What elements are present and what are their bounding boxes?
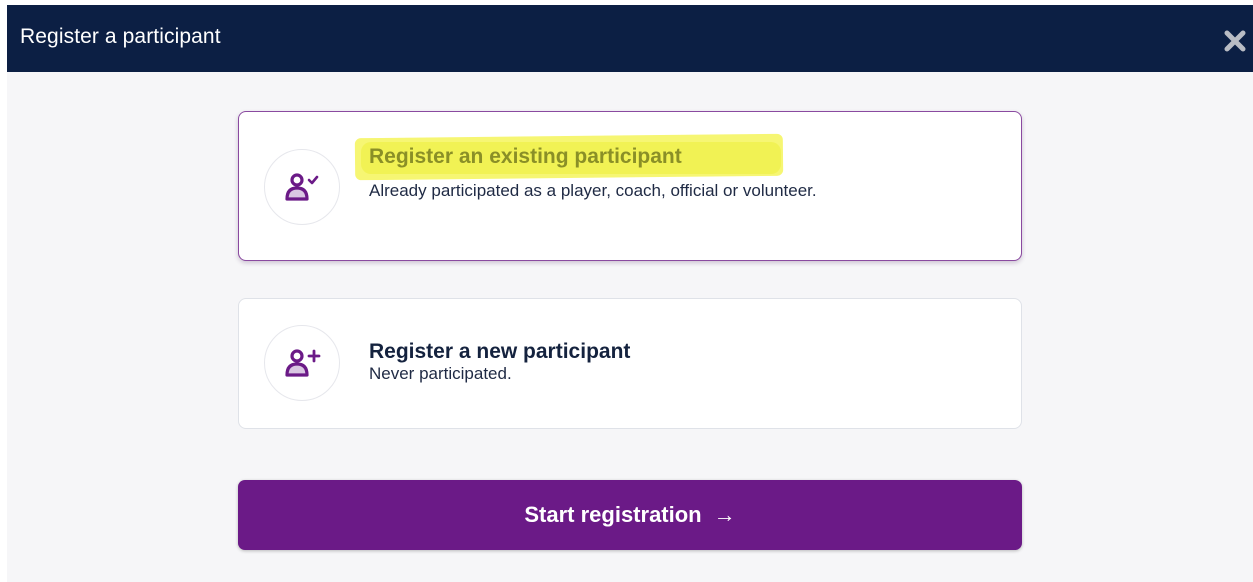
option-description: Already participated as a player, coach,…	[369, 181, 817, 200]
dialog-title: Register a participant	[20, 25, 221, 48]
dialog-header: Register a participant	[7, 5, 1253, 72]
close-button[interactable]	[1223, 29, 1247, 53]
user-check-icon	[285, 173, 319, 201]
start-registration-button[interactable]: Start registration →	[238, 480, 1022, 550]
close-x-icon	[1224, 30, 1246, 52]
icon-circle	[264, 149, 340, 225]
option-existing-participant[interactable]: Register an existing participant Already…	[238, 111, 1022, 261]
option-new-participant[interactable]: Register a new participant Never partici…	[238, 298, 1022, 429]
option-title: Register an existing participant	[369, 145, 682, 168]
start-registration-label: Start registration	[524, 502, 702, 527]
register-participant-dialog: Register a participant Register an exist…	[7, 5, 1253, 582]
icon-circle	[264, 325, 340, 401]
user-plus-icon	[285, 349, 321, 377]
option-title: Register a new participant	[369, 340, 631, 363]
arrow-right-icon: →	[713, 502, 736, 527]
option-description: Never participated.	[369, 364, 512, 383]
